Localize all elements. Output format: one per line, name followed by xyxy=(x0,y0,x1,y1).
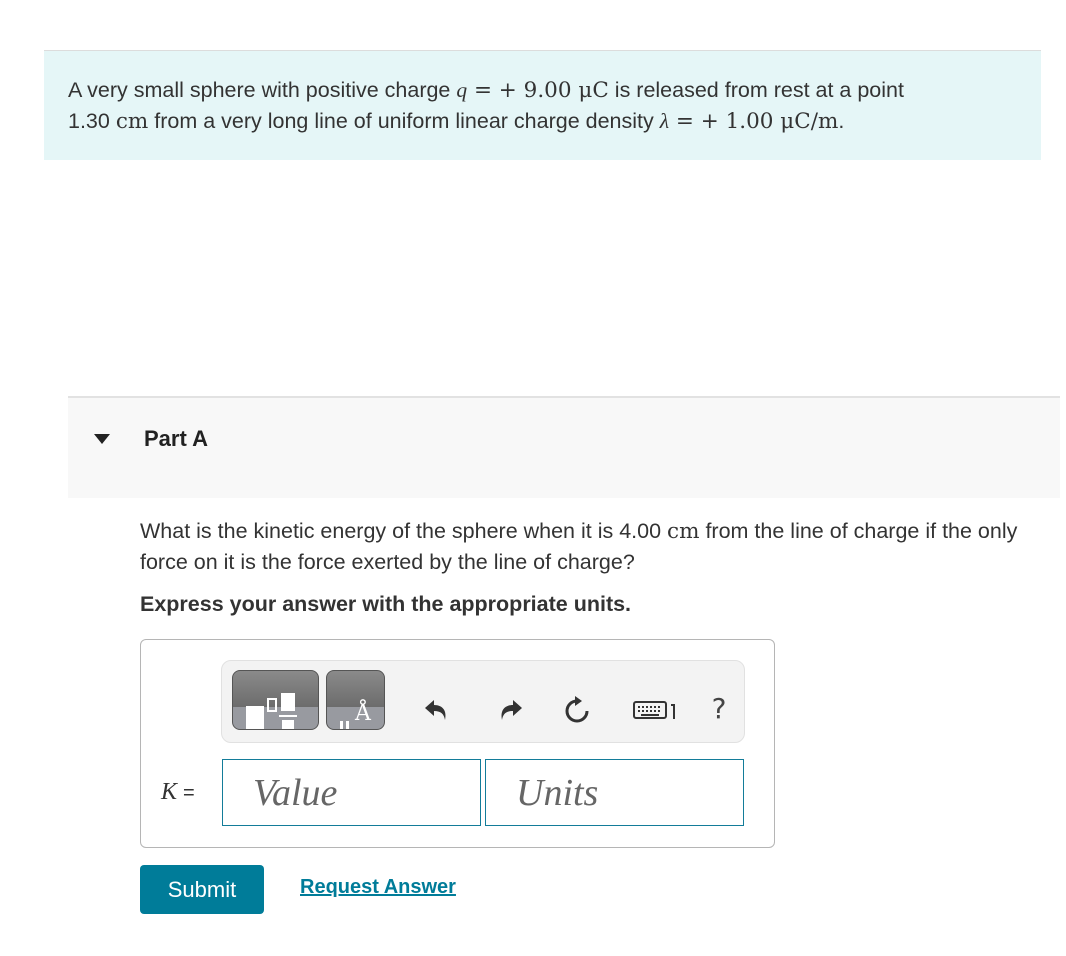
part-title: Part A xyxy=(144,426,208,451)
help-button[interactable]: ? xyxy=(704,692,734,725)
units-button[interactable]: Å xyxy=(326,670,385,730)
part-a-header[interactable]: Part A xyxy=(68,396,1060,498)
lambda-value: = + 1.00 xyxy=(669,109,781,134)
equals-sign: = xyxy=(183,782,195,804)
collapse-caret-icon[interactable] xyxy=(94,434,110,444)
charge-value: = + 9.00 xyxy=(467,78,579,103)
units-input[interactable] xyxy=(485,759,744,826)
lambda-symbol: λ xyxy=(659,109,670,133)
undo-button[interactable] xyxy=(422,695,452,725)
answer-variable-label: K = xyxy=(161,778,195,806)
context-text: A very small sphere with positive charge xyxy=(68,78,457,102)
problem-context: A very small sphere with positive charge… xyxy=(44,50,1041,160)
context-text: from a very long line of uniform linear … xyxy=(148,109,660,133)
distance-unit: cm xyxy=(115,109,149,134)
request-answer-link[interactable]: Request Answer xyxy=(300,876,456,899)
question-unit: cm xyxy=(667,519,700,544)
distance-value: 1.30 xyxy=(68,109,116,133)
undo-icon xyxy=(425,700,446,720)
value-input[interactable] xyxy=(222,759,481,826)
math-toolbar: Å ? xyxy=(221,660,745,743)
redo-button[interactable] xyxy=(495,695,525,725)
keyboard-button[interactable] xyxy=(632,695,682,725)
reset-button[interactable] xyxy=(562,695,592,725)
problem-statement: A very small sphere with positive charge… xyxy=(68,75,904,137)
context-text: is released from rest at a point xyxy=(608,78,904,102)
charge-symbol: q xyxy=(456,78,468,102)
variable-symbol: K xyxy=(161,779,178,805)
answer-instruction: Express your answer with the appropriate… xyxy=(140,592,632,616)
redo-icon xyxy=(501,700,522,720)
reset-icon xyxy=(565,696,589,723)
lambda-unit: μC/m xyxy=(780,109,839,134)
context-text: . xyxy=(838,109,845,133)
answer-box: Å ? K = xyxy=(140,639,775,848)
angstrom-glyph: Å xyxy=(355,701,371,726)
submit-button[interactable]: Submit xyxy=(140,865,264,914)
templates-button[interactable] xyxy=(232,670,319,730)
keyboard-icon xyxy=(633,701,675,719)
question-text: What is the kinetic energy of the sphere… xyxy=(140,516,1060,577)
question-part: What is the kinetic energy of the sphere… xyxy=(140,519,668,543)
charge-unit: μC xyxy=(578,78,609,103)
